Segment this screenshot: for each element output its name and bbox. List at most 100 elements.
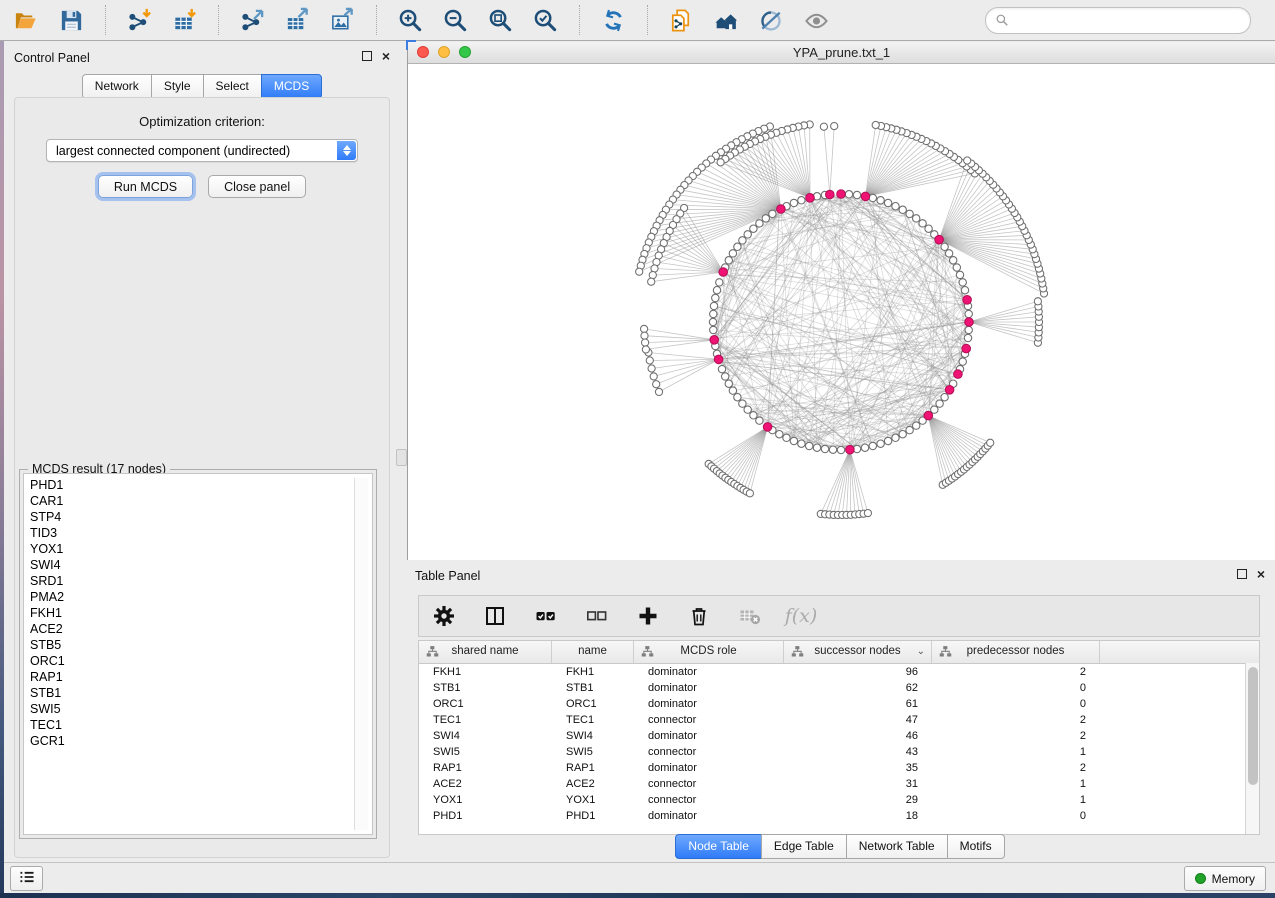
apply-layout-button[interactable] [593, 3, 634, 37]
import-network-button[interactable] [119, 3, 160, 37]
dominator-node[interactable] [954, 370, 963, 379]
save-session-button[interactable] [51, 3, 92, 37]
memory-button[interactable]: Memory [1184, 866, 1266, 891]
dominator-node[interactable] [965, 318, 974, 327]
zoom-fit-content-button[interactable] [480, 3, 521, 37]
show-columns-button[interactable] [482, 603, 508, 629]
mcds-result-item[interactable]: SRD1 [30, 573, 372, 589]
create-column-button[interactable] [635, 603, 661, 629]
mcds-result-item[interactable]: ACE2 [30, 621, 372, 637]
mcds-result-list[interactable]: PHD1CAR1STP4TID3YOX1SWI4SRD1PMA2FKH1ACE2… [23, 473, 373, 835]
select-all-button[interactable] [533, 603, 559, 629]
dominator-node[interactable] [935, 235, 944, 244]
clone-network-button[interactable] [661, 3, 702, 37]
mcds-result-item[interactable]: FKH1 [30, 605, 372, 621]
table-row[interactable]: ACE2ACE2connector311 [419, 776, 1259, 792]
dominator-node[interactable] [710, 336, 719, 345]
table-row[interactable]: PHD1PHD1dominator180 [419, 808, 1259, 824]
float-table-panel-icon[interactable] [1237, 569, 1247, 579]
splitter-handle[interactable] [396, 449, 407, 466]
mcds-result-item[interactable]: TID3 [30, 525, 372, 541]
cell-successor-nodes: 47 [784, 712, 932, 728]
table-scrollbar-thumb[interactable] [1248, 667, 1258, 785]
mcds-result-item[interactable]: TEC1 [30, 717, 372, 733]
column-header-name[interactable]: name [552, 641, 634, 663]
mcds-result-item[interactable]: GCR1 [30, 733, 372, 749]
export-network-button[interactable] [232, 3, 273, 37]
tab-mcds[interactable]: MCDS [261, 74, 322, 99]
mcds-result-item[interactable]: SWI5 [30, 701, 372, 717]
mcds-result-item[interactable]: STB5 [30, 637, 372, 653]
mcds-result-item[interactable]: PMA2 [30, 589, 372, 605]
mcds-result-item[interactable]: SWI4 [30, 557, 372, 573]
dominator-node[interactable] [719, 268, 728, 277]
mcds-result-item[interactable]: RAP1 [30, 669, 372, 685]
table-row[interactable]: SWI5SWI5connector431 [419, 744, 1259, 760]
column-header-predecessor-nodes[interactable]: predecessor nodes [932, 641, 1100, 663]
table-row[interactable]: YOX1YOX1connector291 [419, 792, 1259, 808]
show-panels-button[interactable] [10, 866, 43, 891]
table-row[interactable]: SWI4SWI4dominator462 [419, 728, 1259, 744]
dominator-node[interactable] [846, 445, 855, 454]
zoom-in-icon [397, 7, 424, 34]
tab-edge-table[interactable]: Edge Table [761, 834, 847, 859]
table-row[interactable]: TEC1TEC1connector472 [419, 712, 1259, 728]
zoom-in-button[interactable] [390, 3, 431, 37]
network-canvas[interactable] [408, 64, 1274, 559]
search-input[interactable] [986, 8, 1250, 33]
table-row[interactable]: ORC1ORC1dominator610 [419, 696, 1259, 712]
table-scrollbar[interactable] [1245, 663, 1259, 834]
close-control-panel-icon[interactable]: × [382, 51, 390, 61]
table-header-row: shared namenameMCDS rolesuccessor nodes⌄… [419, 641, 1259, 664]
column-header-successor-nodes[interactable]: successor nodes⌄ [784, 641, 932, 663]
first-neighbors-button[interactable] [706, 3, 747, 37]
dominator-node[interactable] [945, 386, 954, 395]
table-row[interactable]: STB1STB1dominator620 [419, 680, 1259, 696]
column-header-mcds-role[interactable]: MCDS role [634, 641, 784, 663]
import-table-button[interactable] [164, 3, 205, 37]
table-options-button[interactable] [431, 603, 457, 629]
dominator-node[interactable] [963, 296, 972, 305]
dominator-node[interactable] [806, 194, 815, 203]
tab-node-table[interactable]: Node Table [675, 834, 762, 859]
tab-motifs[interactable]: Motifs [947, 834, 1005, 859]
export-table-icon [284, 7, 311, 34]
float-control-panel-icon[interactable] [362, 51, 372, 61]
table-row[interactable]: RAP1RAP1dominator352 [419, 760, 1259, 776]
dominator-node[interactable] [763, 423, 772, 432]
dominator-node[interactable] [861, 192, 870, 201]
optimization-dropdown[interactable]: largest connected component (undirected) [46, 139, 358, 162]
mcds-result-item[interactable]: YOX1 [30, 541, 372, 557]
dominator-node[interactable] [924, 411, 933, 420]
mcds-result-item[interactable]: STB1 [30, 685, 372, 701]
close-table-panel-icon[interactable]: × [1257, 569, 1265, 579]
tab-network-table[interactable]: Network Table [846, 834, 948, 859]
zoom-selected-button[interactable] [525, 3, 566, 37]
mcds-result-item[interactable]: STP4 [30, 509, 372, 525]
deselect-all-button[interactable] [584, 603, 610, 629]
open-session-button[interactable] [6, 3, 47, 37]
run-mcds-button[interactable]: Run MCDS [98, 175, 193, 198]
dominator-node[interactable] [837, 190, 846, 199]
zoom-out-button[interactable] [435, 3, 476, 37]
dominator-node[interactable] [826, 190, 835, 199]
tab-select[interactable]: Select [203, 74, 262, 99]
export-image-button[interactable] [322, 3, 363, 37]
mcds-result-item[interactable]: CAR1 [30, 493, 372, 509]
result-list-scrollbar[interactable] [354, 478, 368, 830]
hide-selected-button[interactable] [751, 3, 792, 37]
mcds-result-item[interactable]: PHD1 [30, 477, 372, 493]
tab-style[interactable]: Style [151, 74, 204, 99]
column-header-shared-name[interactable]: shared name [419, 641, 552, 663]
table-row[interactable]: FKH1FKH1dominator962 [419, 664, 1259, 680]
export-table-button[interactable] [277, 3, 318, 37]
dominator-node[interactable] [714, 355, 723, 364]
dominator-node[interactable] [777, 205, 786, 214]
mcds-result-item[interactable]: ORC1 [30, 653, 372, 669]
network-window-titlebar[interactable]: YPA_prune.txt_1 [408, 42, 1275, 64]
close-panel-button[interactable]: Close panel [208, 175, 306, 198]
show-hidden-button[interactable] [796, 3, 837, 37]
delete-columns-button[interactable] [686, 603, 712, 629]
dominator-node[interactable] [962, 344, 971, 353]
tab-network[interactable]: Network [82, 74, 152, 99]
